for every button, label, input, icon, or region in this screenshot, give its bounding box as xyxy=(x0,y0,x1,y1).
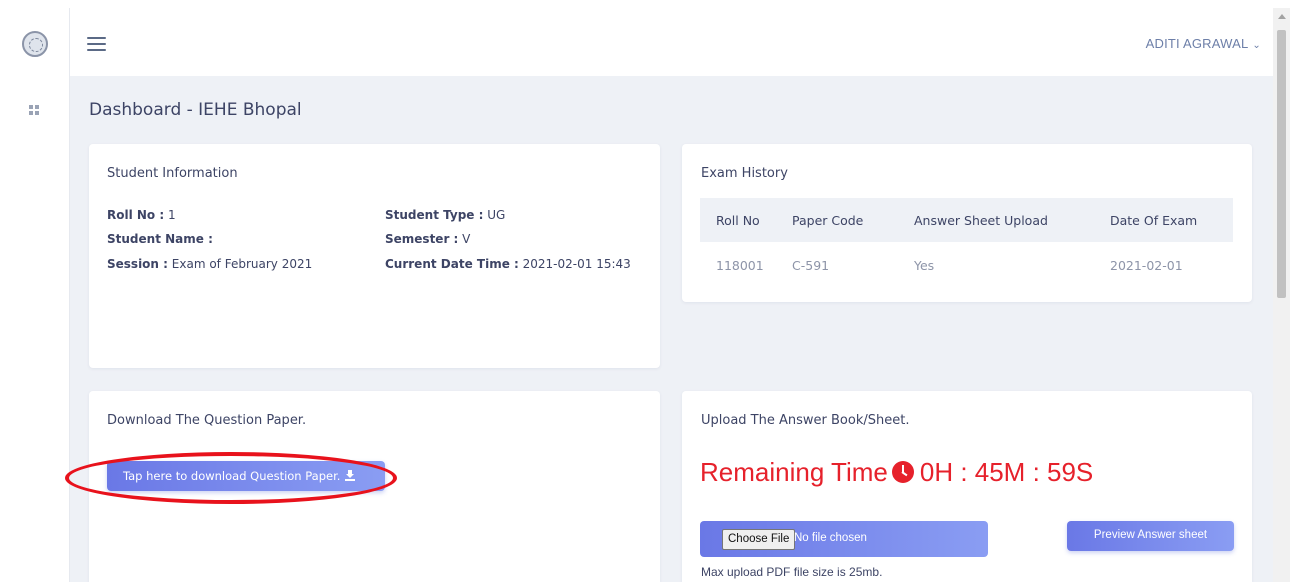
upload-answer-sheet-card: Upload The Answer Book/Sheet. Remaining … xyxy=(682,391,1252,582)
dashboard-grid-icon[interactable] xyxy=(29,105,40,116)
table-cell: C-591 xyxy=(792,258,830,273)
user-name: ADITI AGRAWAL xyxy=(1145,36,1249,51)
roll-no-row: Roll No : 1 xyxy=(107,208,176,222)
user-menu[interactable]: ADITI AGRAWAL ⌄ xyxy=(1146,36,1261,51)
current-datetime-label: Current Date Time : xyxy=(385,257,519,271)
clock-icon xyxy=(891,461,914,483)
exam-history-card: Exam History Roll No Paper Code Answer S… xyxy=(682,144,1252,302)
session-value: Exam of February 2021 xyxy=(171,257,313,271)
table-cell: Yes xyxy=(914,258,935,273)
roll-no-label: Roll No : xyxy=(107,208,165,222)
table-cell: 118001 xyxy=(716,258,764,273)
exam-history-title: Exam History xyxy=(701,166,788,181)
page-scrollbar[interactable] xyxy=(1273,8,1290,582)
logo-emblem-icon[interactable] xyxy=(22,31,48,57)
current-datetime-row: Current Date Time : 2021-02-01 15:43 xyxy=(385,257,631,271)
choose-file-button[interactable]: Choose File xyxy=(722,529,796,550)
left-sidebar xyxy=(0,8,70,582)
remaining-time: Remaining Time 0H : 45M : 59S xyxy=(700,457,1093,488)
max-upload-note: Max upload PDF file size is 25mb. xyxy=(701,565,883,579)
top-strip xyxy=(0,0,1290,8)
semester-label: Semester : xyxy=(385,232,459,246)
download-question-paper-button[interactable]: Tap here to download Question Paper. xyxy=(107,461,385,491)
column-header: Date Of Exam xyxy=(1110,213,1198,228)
semester-value: V xyxy=(462,232,471,246)
student-type-label: Student Type : xyxy=(385,208,484,222)
answer-sheet-file-input[interactable]: Choose File No file chosen xyxy=(700,521,988,557)
scroll-thumb[interactable] xyxy=(1277,30,1286,298)
chevron-down-icon: ⌄ xyxy=(1252,40,1261,51)
no-file-chosen-text: No file chosen xyxy=(794,532,867,544)
student-info-card: Student Information Roll No : 1 Student … xyxy=(89,144,660,368)
session-row: Session : Exam of February 2021 xyxy=(107,257,312,271)
top-header: ADITI AGRAWAL ⌄ xyxy=(70,8,1273,76)
roll-no-value: 1 xyxy=(167,208,176,222)
exam-history-table-header: Roll No Paper Code Answer Sheet Upload D… xyxy=(700,198,1233,242)
remaining-time-value: 0H : 45M : 59S xyxy=(919,457,1094,487)
download-title: Download The Question Paper. xyxy=(107,413,307,428)
column-header: Roll No xyxy=(716,213,760,228)
column-header: Answer Sheet Upload xyxy=(914,213,1048,228)
scroll-up-arrow-icon[interactable] xyxy=(1278,14,1286,19)
student-type-value: UG xyxy=(487,208,506,222)
current-datetime-value: 2021-02-01 15:43 xyxy=(522,257,631,271)
download-question-paper-card: Download The Question Paper. Tap here to… xyxy=(89,391,660,582)
session-label: Session : xyxy=(107,257,168,271)
column-header: Paper Code xyxy=(792,213,864,228)
download-icon xyxy=(345,470,356,481)
table-cell: 2021-02-01 xyxy=(1110,258,1183,273)
download-button-label: Tap here to download Question Paper. xyxy=(123,469,341,483)
student-name-label: Student Name : xyxy=(107,232,213,246)
page-title: Dashboard - IEHE Bhopal xyxy=(89,100,302,120)
student-type-row: Student Type : UG xyxy=(385,208,505,222)
student-info-title: Student Information xyxy=(107,166,238,181)
student-name-row: Student Name : xyxy=(107,232,213,246)
remaining-time-label: Remaining Time xyxy=(700,457,888,487)
semester-row: Semester : V xyxy=(385,232,470,246)
preview-answer-sheet-button[interactable]: Preview Answer sheet xyxy=(1067,521,1234,551)
hamburger-menu-icon[interactable] xyxy=(87,37,106,51)
upload-title: Upload The Answer Book/Sheet. xyxy=(701,413,910,428)
